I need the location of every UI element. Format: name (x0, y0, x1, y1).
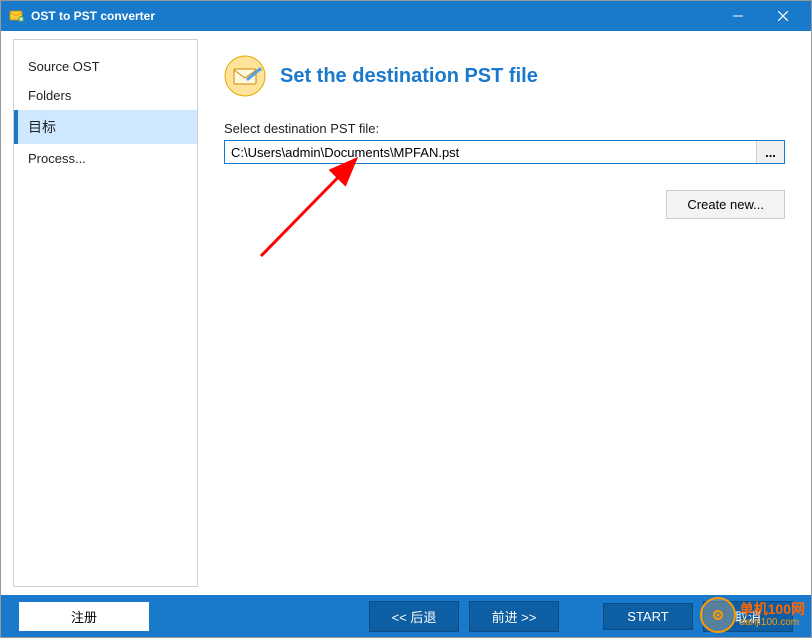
back-button[interactable]: << 后退 (369, 601, 459, 632)
page-title: Set the destination PST file (280, 65, 538, 88)
page-header: Set the destination PST file (224, 55, 785, 97)
start-button[interactable]: START (603, 603, 693, 630)
sidebar-item-label: Process... (28, 151, 86, 166)
destination-path-row: ... (224, 140, 785, 164)
window-title: OST to PST converter (31, 9, 715, 23)
sidebar: Source OST Folders 目标 Process... (13, 39, 198, 587)
main-panel: Set the destination PST file Select dest… (198, 31, 811, 595)
window-controls (715, 1, 805, 31)
sidebar-item-label: Source OST (28, 59, 100, 74)
outlook-envelope-icon (224, 55, 266, 97)
minimize-button[interactable] (715, 1, 760, 31)
app-icon (9, 8, 25, 24)
close-button[interactable] (760, 1, 805, 31)
browse-button[interactable]: ... (756, 141, 784, 163)
content-area: Source OST Folders 目标 Process... Set the… (1, 31, 811, 595)
cancel-button[interactable]: 取消 (703, 601, 793, 632)
create-new-button[interactable]: Create new... (666, 190, 785, 219)
sidebar-item-folders[interactable]: Folders (14, 81, 197, 110)
sidebar-item-process[interactable]: Process... (14, 144, 197, 173)
sidebar-item-label: Folders (28, 88, 71, 103)
sidebar-item-source-ost[interactable]: Source OST (14, 52, 197, 81)
titlebar: OST to PST converter (1, 1, 811, 31)
destination-field-label: Select destination PST file: (224, 121, 785, 136)
sidebar-item-label: 目标 (28, 119, 56, 135)
register-button[interactable]: 注册 (19, 602, 149, 631)
forward-button[interactable]: 前进 >> (469, 601, 559, 632)
sidebar-item-destination[interactable]: 目标 (14, 110, 197, 144)
footer: 注册 << 后退 前进 >> START 取消 (1, 595, 811, 637)
destination-path-input[interactable] (225, 141, 756, 163)
